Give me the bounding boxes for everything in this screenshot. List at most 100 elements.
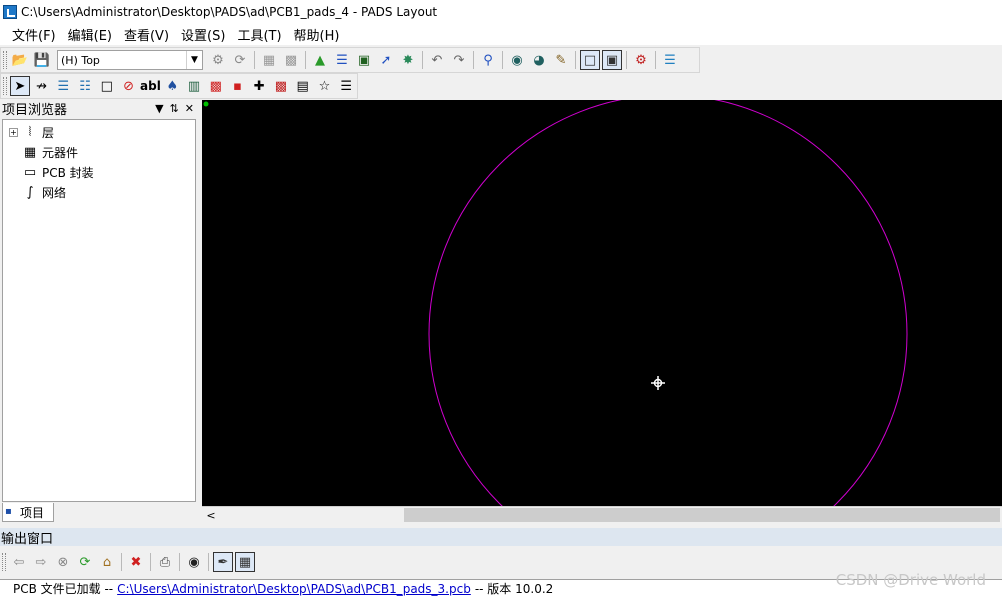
open-folder-icon[interactable]: 📂: [10, 50, 30, 70]
tree-item-layers[interactable]: + ⦚ 层: [9, 123, 54, 141]
list-icon[interactable]: ☰: [336, 76, 356, 96]
refresh-icon[interactable]: ⟳: [75, 552, 95, 572]
find-binoculars-icon[interactable]: ◉: [184, 552, 204, 572]
reports-icon[interactable]: ⚙: [631, 50, 651, 70]
tree-item-label: PCB 封装: [42, 165, 94, 180]
pads-app-icon: [3, 4, 17, 19]
select-arrow-icon[interactable]: ➤: [9, 76, 30, 96]
close-icon[interactable]: ✕: [185, 102, 194, 115]
window-title: C:\Users\Administrator\Desktop\PADS\ad\P…: [21, 4, 438, 19]
project-browser-title: 项目浏览器: [2, 102, 68, 118]
project-browser-toggle-icon[interactable]: □: [580, 50, 600, 70]
pcb-canvas[interactable]: [202, 100, 1002, 506]
output-file-link[interactable]: C:\Users\Administrator\Desktop\PADS\ad\P…: [117, 582, 471, 596]
library-icon[interactable]: ▥: [184, 76, 204, 96]
import-icon[interactable]: ♠: [162, 76, 182, 96]
pan-icon[interactable]: ◕: [529, 50, 549, 70]
hatch-icon[interactable]: ▪: [228, 76, 248, 96]
toolbar-separator: [305, 51, 306, 69]
layers-icon: ⦚: [28, 124, 32, 140]
menu-edit[interactable]: 编辑(E): [62, 25, 118, 44]
drafting-icon[interactable]: ▣: [354, 50, 374, 70]
ecos-icon[interactable]: ☰: [332, 50, 352, 70]
text-tool-icon[interactable]: abl: [140, 76, 161, 96]
origin-marker: [203, 101, 209, 107]
project-tab[interactable]: ▪ 项目: [2, 503, 54, 522]
output-message-prefix: PCB 文件已加载 --: [13, 582, 114, 596]
tree-item-nets[interactable]: ∫ 网络: [9, 183, 66, 201]
cursor-crosshair: [651, 376, 665, 390]
net-icon: ∫: [26, 184, 34, 200]
stop-icon[interactable]: ⊗: [53, 552, 73, 572]
toolbar-separator: [179, 553, 180, 571]
tree-item-label: 元器件: [42, 145, 79, 160]
move-icon[interactable]: ✚: [249, 76, 269, 96]
toolbar-separator: [422, 51, 423, 69]
delete-icon[interactable]: ✖: [126, 552, 146, 572]
toolbar-separator: [208, 553, 209, 571]
toolbar-separator: [655, 51, 656, 69]
toolbar-separator: [121, 553, 122, 571]
component-icon: ▦: [23, 144, 37, 160]
menu-file[interactable]: 文件(F): [0, 25, 62, 44]
design-toolbar: ➤ ↛ ☰ ☷ □ ⊘ abl ♠ ▥ ▩ ▪ ✚ ▩ ▤ ☆ ☰: [0, 73, 358, 99]
chevron-down-icon[interactable]: ▼: [155, 102, 163, 115]
redo-icon[interactable]: ↷: [449, 50, 469, 70]
tree-item-label: 网络: [42, 185, 67, 200]
watermark: CSDN @Drive World: [835, 571, 986, 589]
redraw-icon[interactable]: ⟳: [230, 50, 250, 70]
route-icon[interactable]: ▦: [259, 50, 279, 70]
flood-icon[interactable]: ▩: [206, 76, 226, 96]
toolbar-separator: [626, 51, 627, 69]
pour-icon[interactable]: ▩: [281, 50, 301, 70]
undo-icon[interactable]: ↶: [427, 50, 447, 70]
label-icon[interactable]: ▤: [293, 76, 313, 96]
macro-script-icon[interactable]: ✒: [213, 552, 233, 572]
tree-item-label: 层: [42, 125, 55, 140]
output-window-toggle-icon[interactable]: ▣: [602, 50, 622, 70]
tree-item-components[interactable]: ▦ 元器件: [9, 143, 78, 161]
print-icon[interactable]: ⎙: [155, 552, 175, 572]
forward-arrow-icon[interactable]: ⇨: [31, 552, 51, 572]
menu-help[interactable]: 帮助(H): [288, 25, 346, 44]
autorouter-icon[interactable]: ✸: [398, 50, 418, 70]
chevron-down-icon[interactable]: ▼: [186, 51, 202, 69]
layer-select-value: (H) Top: [61, 53, 100, 67]
horizontal-scrollbar[interactable]: <: [202, 506, 1002, 523]
clear-brush-icon[interactable]: ✎: [551, 50, 571, 70]
tree-item-pcb-footprints[interactable]: ▭ PCB 封装: [9, 163, 94, 181]
layer-settings-icon[interactable]: ☰: [660, 50, 680, 70]
toolbar-separator: [575, 51, 576, 69]
design-toolbar-icon[interactable]: ▲: [310, 50, 330, 70]
dimension-icon[interactable]: ➚: [376, 50, 396, 70]
menu-bar: 文件(F) 编辑(E) 查看(V) 设置(S) 工具(T) 帮助(H): [0, 23, 1002, 45]
menu-setup[interactable]: 设置(S): [175, 25, 231, 44]
scrollbar-thumb[interactable]: [404, 508, 1000, 522]
toolbar-grip[interactable]: [3, 77, 7, 95]
add-route-icon[interactable]: ↛: [32, 76, 52, 96]
menu-view[interactable]: 查看(V): [118, 25, 175, 44]
menu-tools[interactable]: 工具(T): [231, 25, 287, 44]
expand-plus-icon[interactable]: +: [9, 127, 18, 137]
zoom-icon[interactable]: ⚲: [478, 50, 498, 70]
board-outline-circle: [428, 100, 908, 506]
properties-icon[interactable]: ⚙: [208, 50, 228, 70]
keepout-icon[interactable]: ⊘: [119, 76, 139, 96]
back-arrow-icon[interactable]: ⇦: [9, 552, 29, 572]
copper-cutout-icon[interactable]: ☷: [75, 76, 95, 96]
save-icon[interactable]: 💾: [32, 50, 52, 70]
copper-icon[interactable]: ☰: [53, 76, 73, 96]
home-icon[interactable]: ⌂: [97, 552, 117, 572]
scroll-left-icon[interactable]: <: [204, 508, 218, 522]
verify-design-icon[interactable]: ◉: [507, 50, 527, 70]
table-view-icon[interactable]: ▦: [235, 552, 255, 572]
layer-select[interactable]: (H) Top ▼: [57, 50, 203, 70]
pin-icon[interactable]: ⇅: [170, 102, 179, 115]
toolbar-grip[interactable]: [3, 51, 7, 69]
output-window-title: 输出窗口: [1, 531, 54, 547]
swap-icon[interactable]: ▩: [271, 76, 291, 96]
title-bar: C:\Users\Administrator\Desktop\PADS\ad\P…: [0, 0, 1002, 23]
toolbar-grip[interactable]: [2, 553, 6, 571]
board-outline-icon[interactable]: □: [97, 76, 117, 96]
star-tool-icon[interactable]: ☆: [315, 76, 335, 96]
